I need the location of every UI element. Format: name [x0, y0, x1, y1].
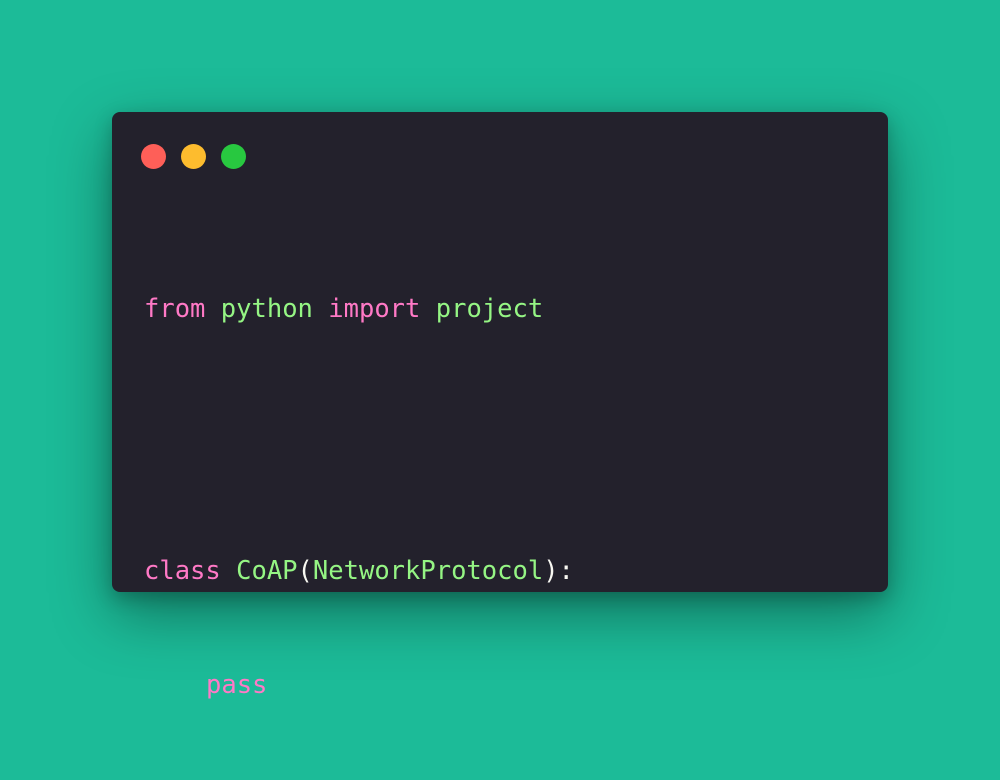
- code-line-import: from python import project: [144, 290, 574, 328]
- code-line-pass: pass: [144, 666, 574, 704]
- base-class-name: NetworkProtocol: [312, 556, 544, 586]
- close-dot-icon[interactable]: [141, 144, 166, 169]
- code-window: from python import project class CoAP(Ne…: [112, 112, 888, 700]
- code-block: from python import project class CoAP(Ne…: [144, 214, 574, 780]
- imported-name: project: [435, 294, 544, 324]
- keyword-import: import: [328, 294, 421, 324]
- open-paren: (: [297, 556, 313, 586]
- maximize-dot-icon[interactable]: [221, 144, 246, 169]
- minimize-dot-icon[interactable]: [181, 144, 206, 169]
- close-paren-colon: ):: [543, 556, 574, 586]
- keyword-class: class: [144, 556, 221, 586]
- code-line-class: class CoAP(NetworkProtocol):: [144, 552, 574, 590]
- module-name: python: [220, 294, 313, 324]
- class-name: CoAP: [236, 556, 298, 586]
- keyword-from: from: [144, 294, 206, 324]
- keyword-pass: pass: [206, 670, 268, 700]
